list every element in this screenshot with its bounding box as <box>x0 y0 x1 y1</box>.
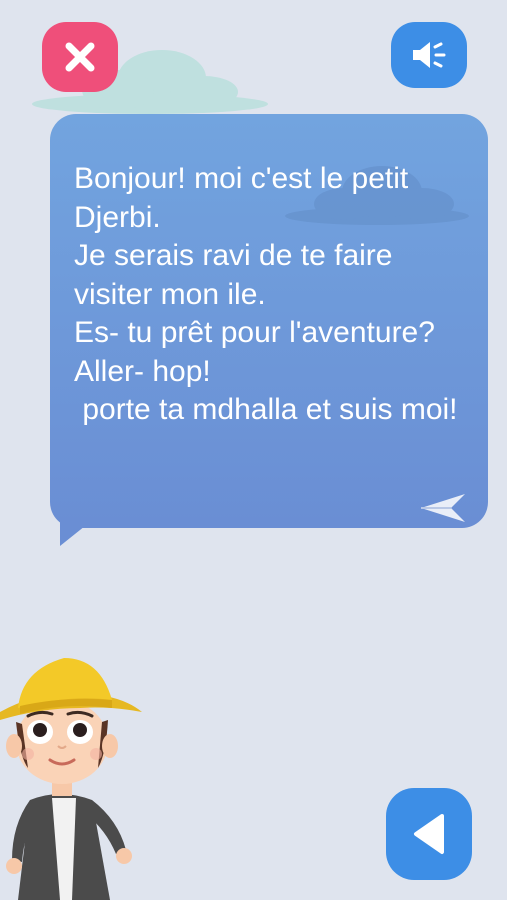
close-x-icon <box>65 42 95 72</box>
paper-plane-arrow-icon[interactable] <box>419 492 467 524</box>
speaker-icon <box>413 42 446 68</box>
speech-bubble: Bonjour! moi c'est le petit Djerbi. Je s… <box>50 114 488 528</box>
close-button[interactable] <box>42 22 118 92</box>
back-button[interactable] <box>386 788 472 880</box>
triangle-left-icon <box>414 814 444 854</box>
sound-button[interactable] <box>391 22 467 88</box>
dialog-message: Bonjour! moi c'est le petit Djerbi. Je s… <box>74 162 458 426</box>
character-illustration <box>0 658 142 900</box>
